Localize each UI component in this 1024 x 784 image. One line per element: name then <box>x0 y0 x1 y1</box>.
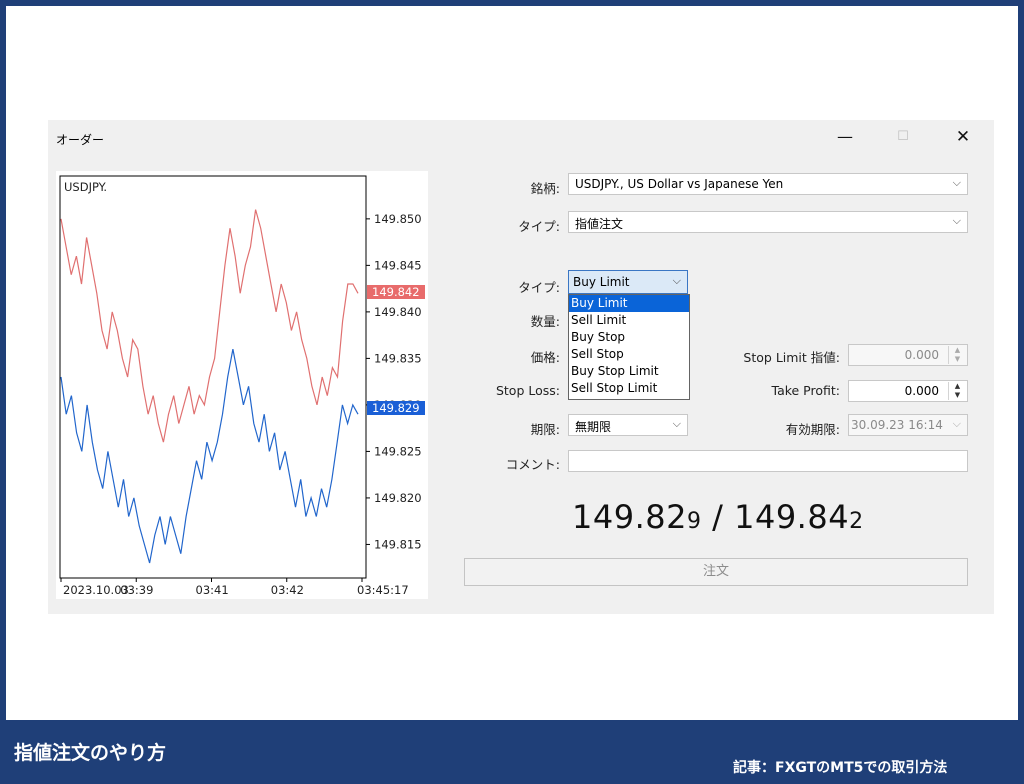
plot-frame <box>59 175 367 579</box>
chevron-down-icon: ⌵ <box>672 274 681 287</box>
y-tick-label: 149.835 <box>374 351 422 365</box>
x-tick-label: 03:45:17 <box>357 583 409 597</box>
take-profit-label: Take Profit: <box>771 383 841 398</box>
y-tick-label: 149.850 <box>374 212 422 226</box>
article-panel: オーダー — ☐ ✕ USDJPY. 149.850 149.845 149.840… <box>6 6 1018 720</box>
price-chart-svg: USDJPY. 149.850 149.845 149.840 149.835 149.… <box>59 175 425 597</box>
close-button[interactable]: ✕ <box>946 126 980 150</box>
x-tick-label: 03:41 <box>196 583 229 597</box>
price-label: 価格: <box>530 350 560 365</box>
option-buy-limit[interactable]: Buy Limit <box>569 295 689 312</box>
bid-ask-quote: 149.829 / 149.842 <box>572 498 864 536</box>
y-tick-label: 149.845 <box>374 258 422 272</box>
stop-limit-value: 0.000 <box>904 348 939 362</box>
x-tick-label: 2023.10.03 <box>63 583 129 597</box>
y-tick-label: 149.825 <box>374 444 422 458</box>
expiry-label: 期限: <box>530 422 560 437</box>
y-tick-label: 149.815 <box>374 537 422 551</box>
comment-label: コメント: <box>505 457 560 472</box>
type-value: 指値注文 <box>575 217 624 231</box>
option-sell-stop-limit[interactable]: Sell Stop Limit <box>569 380 689 397</box>
ask-price-tag-text: 149.842 <box>372 285 420 299</box>
bid-price-tag-text: 149.829 <box>372 401 420 415</box>
ask-price-line <box>60 209 359 443</box>
quote-separator: / <box>712 498 724 536</box>
order-button[interactable]: 注文 <box>464 558 968 586</box>
expiry-select[interactable]: 無期限 ⌵ <box>568 414 688 436</box>
stop-limit-stepper[interactable]: ▲ ▼ <box>948 346 966 364</box>
footer-title: 指値注文のやり方 <box>14 742 167 764</box>
stop-limit-label: Stop Limit 指値: <box>743 350 840 365</box>
order-type-dropdown: Buy Limit Sell Limit Buy Stop Sell Stop … <box>568 294 690 400</box>
take-profit-value: 0.000 <box>904 384 939 398</box>
comment-input[interactable] <box>568 450 968 472</box>
price-chart: USDJPY. 149.850 149.845 149.840 149.835 149.… <box>56 171 428 599</box>
chevron-down-icon: ⌵ <box>952 176 961 189</box>
y-tick-label: 149.840 <box>374 305 422 319</box>
type-label: タイプ: <box>518 219 560 234</box>
maximize-button[interactable]: ☐ <box>886 126 920 150</box>
stop-loss-label: Stop Loss: <box>495 383 560 398</box>
volume-label: 数量: <box>530 314 560 329</box>
y-tick-label: 149.820 <box>374 491 422 505</box>
ask-small: 2 <box>849 509 864 534</box>
option-sell-stop[interactable]: Sell Stop <box>569 346 689 363</box>
order-type-select[interactable]: Buy Limit ⌵ <box>568 270 688 294</box>
arrow-up-icon[interactable]: ▲ <box>949 382 966 391</box>
order-dialog: オーダー — ☐ ✕ USDJPY. 149.850 149.845 149.840… <box>48 120 994 614</box>
chevron-down-icon: ⌵ <box>952 417 961 430</box>
take-profit-input[interactable]: 0.000 ▲ ▼ <box>848 380 968 402</box>
x-tick-label: 03:39 <box>120 583 153 597</box>
chart-symbol: USDJPY. <box>64 180 107 194</box>
bid-price-line <box>60 348 359 564</box>
bid-main: 149.82 <box>572 498 687 536</box>
order-type-value: Buy Limit <box>573 275 630 289</box>
arrow-down-icon[interactable]: ▼ <box>949 355 966 364</box>
minimize-button[interactable]: — <box>828 126 862 150</box>
footer-article: 記事：FXGTのMT5での取引方法 <box>733 760 948 776</box>
arrow-down-icon[interactable]: ▼ <box>949 391 966 400</box>
type-select[interactable]: 指値注文 ⌵ <box>568 211 968 233</box>
symbol-value: USDJPY., US Dollar vs Japanese Yen <box>575 177 784 191</box>
window-title: オーダー <box>56 133 105 147</box>
option-sell-limit[interactable]: Sell Limit <box>569 312 689 329</box>
ask-price-tag: 149.842 <box>367 285 425 299</box>
x-tick-label: 03:42 <box>271 583 304 597</box>
expiry-date-value: 30.09.23 16:14 <box>851 418 943 432</box>
expiry-date-label: 有効期限: <box>785 422 840 437</box>
symbol-select[interactable]: USDJPY., US Dollar vs Japanese Yen ⌵ <box>568 173 968 195</box>
expiry-value: 無期限 <box>575 420 612 434</box>
symbol-label: 銘柄: <box>530 181 560 196</box>
ask-main: 149.84 <box>734 498 850 536</box>
bid-price-tag: 149.829 <box>367 401 425 415</box>
stop-limit-input[interactable]: 0.000 ▲ ▼ <box>848 344 968 366</box>
expiry-date-picker[interactable]: 30.09.23 16:14 ⌵ <box>848 414 968 436</box>
option-buy-stop-limit[interactable]: Buy Stop Limit <box>569 363 689 380</box>
order-type-label: タイプ: <box>518 280 560 295</box>
title-bar: オーダー — ☐ ✕ <box>48 120 994 156</box>
bid-small: 9 <box>686 509 702 534</box>
take-profit-stepper[interactable]: ▲ ▼ <box>948 382 966 400</box>
arrow-up-icon[interactable]: ▲ <box>949 346 966 355</box>
option-buy-stop[interactable]: Buy Stop <box>569 329 689 346</box>
chevron-down-icon: ⌵ <box>952 214 961 227</box>
chevron-down-icon: ⌵ <box>672 417 681 430</box>
